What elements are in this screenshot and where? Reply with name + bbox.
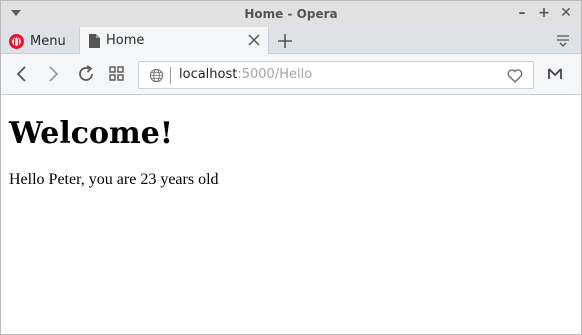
maximize-button[interactable]: +: [535, 4, 553, 22]
reload-icon[interactable]: [76, 64, 96, 84]
globe-icon[interactable]: [149, 68, 164, 83]
forward-icon[interactable]: [43, 64, 63, 84]
tab-strip: Menu Home: [1, 27, 581, 54]
menu-label: Menu: [30, 33, 66, 49]
document-icon: [89, 33, 100, 48]
tab-title: Home: [106, 33, 145, 48]
opera-logo-icon: [9, 33, 24, 49]
page-heading: Welcome!: [9, 116, 174, 151]
url-host: localhost: [179, 67, 238, 82]
close-button[interactable]: ✕: [557, 4, 575, 22]
page-content: Welcome! Hello Peter, you are 23 years o…: [1, 96, 581, 334]
window-menu-icon[interactable]: [11, 10, 21, 16]
greeting-text: Hello Peter, you are 23 years old: [9, 171, 219, 188]
heart-icon[interactable]: [507, 68, 523, 83]
back-icon[interactable]: [12, 64, 32, 84]
tab-home[interactable]: Home: [79, 27, 269, 54]
speed-dial-icon[interactable]: [107, 64, 127, 84]
window-title: Home - Opera: [244, 7, 338, 21]
window-controls: – + ✕: [513, 4, 575, 22]
url-path: :5000/Hello: [237, 67, 313, 82]
tab-menu-icon[interactable]: [555, 33, 571, 49]
browser-window: Home - Opera – + ✕ Menu Home localhost:5…: [0, 0, 582, 335]
messenger-icon[interactable]: [547, 66, 563, 82]
title-bar: Home - Opera – + ✕: [1, 1, 581, 27]
address-url[interactable]: localhost:5000/Hello: [179, 67, 312, 82]
navigation-toolbar: localhost:5000/Hello: [1, 54, 581, 95]
opera-menu-button[interactable]: Menu: [5, 29, 74, 53]
address-bar[interactable]: localhost:5000/Hello: [138, 61, 534, 89]
minimize-button[interactable]: –: [513, 4, 531, 22]
new-tab-icon[interactable]: [275, 31, 295, 51]
address-separator: [170, 67, 171, 84]
tab-close-icon[interactable]: [246, 32, 262, 48]
